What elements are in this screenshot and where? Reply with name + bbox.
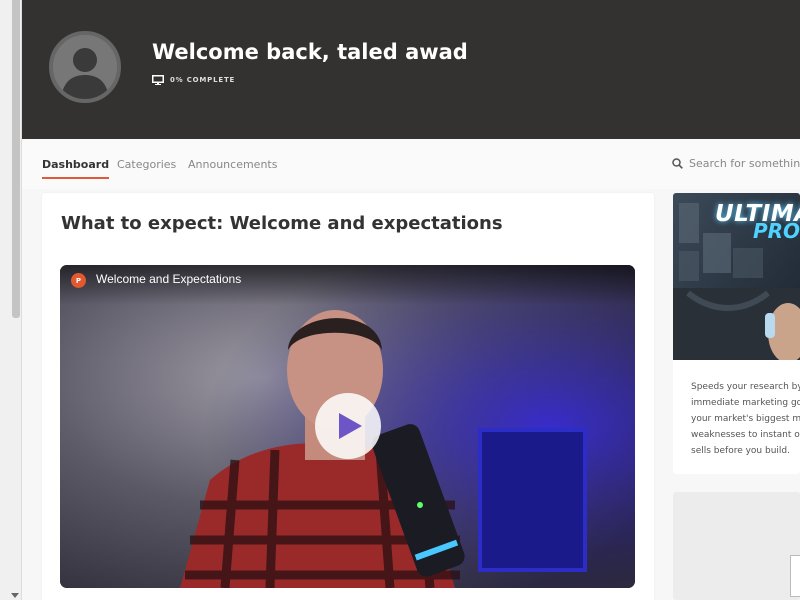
lesson-card: What to expect: Welcome and expectations — [42, 193, 654, 600]
search-input[interactable] — [689, 157, 800, 170]
search-icon — [672, 158, 683, 169]
promo-card[interactable]: ULTIMAT PROM Speeds your research by 8 i… — [673, 193, 800, 474]
video-title[interactable]: Welcome and Expectations — [96, 272, 241, 286]
scrollbar-thumb[interactable] — [12, 0, 20, 318]
promo-description-line: Speeds your research by 8 — [691, 382, 800, 392]
promo-image[interactable]: ULTIMAT PROM — [673, 193, 800, 360]
progress-label: 0% COMPLETE — [170, 76, 236, 84]
video-title-bar: P Welcome and Expectations — [60, 265, 635, 305]
promo-description-line: immediate marketing gold — [691, 398, 800, 408]
card-frame-edge — [790, 555, 800, 597]
promo-subtitle: PROM — [753, 219, 800, 243]
search-bar[interactable] — [672, 157, 800, 170]
video-player[interactable]: P Welcome and Expectations — [60, 265, 635, 588]
tab-dashboard[interactable]: Dashboard — [42, 158, 110, 179]
monitor-icon — [152, 75, 164, 85]
channel-logo-icon[interactable]: P — [71, 273, 86, 288]
promo-description-line: your market's biggest mon — [691, 414, 800, 424]
avatar[interactable] — [49, 31, 121, 103]
profile-header: Welcome back, taled awad 0% COMPLETE — [22, 0, 800, 139]
main-nav: Dashboard Categories Announcements — [22, 139, 800, 189]
welcome-heading: Welcome back, taled awad — [152, 40, 468, 64]
play-icon — [339, 413, 362, 439]
tab-categories[interactable]: Categories — [117, 158, 176, 171]
user-silhouette-icon — [53, 35, 117, 99]
lesson-title: What to expect: Welcome and expectations — [61, 213, 503, 234]
play-button[interactable] — [315, 393, 381, 459]
promo-description-line: weaknesses to instant offe — [691, 430, 800, 440]
promo-description-line: sells before you build. — [691, 446, 790, 456]
scroll-down-arrow-icon[interactable] — [11, 593, 19, 598]
tab-announcements[interactable]: Announcements — [188, 158, 277, 171]
secondary-card — [673, 492, 800, 600]
page-scrollbar[interactable] — [0, 0, 22, 600]
course-progress: 0% COMPLETE — [152, 75, 235, 85]
promo-description: Speeds your research by 8 immediate mark… — [691, 379, 800, 459]
